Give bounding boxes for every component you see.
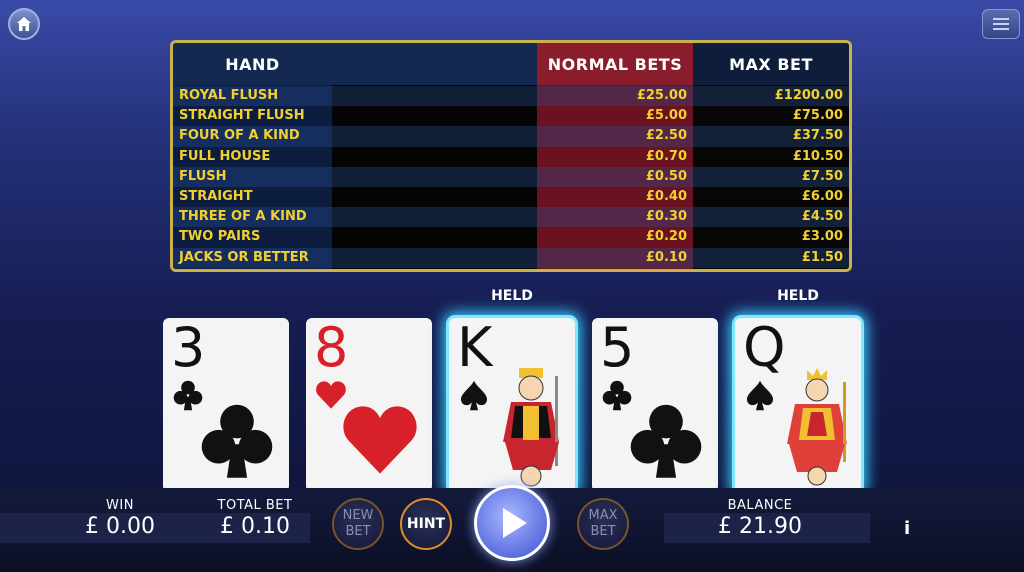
- card-rank: 5: [600, 318, 635, 379]
- normal-bets-header: NORMAL BETS: [537, 43, 693, 85]
- balance-value: £ 21.90: [718, 514, 802, 539]
- spades-icon: [746, 380, 774, 411]
- card-2-eight-of-hearts[interactable]: 8: [306, 318, 432, 492]
- menu-button[interactable]: [982, 9, 1020, 39]
- total-bet-value: £ 0.10: [220, 514, 290, 539]
- max-payout: £75.00: [792, 108, 843, 124]
- pay-row-straight: STRAIGHT £0.40 £6.00: [173, 187, 849, 207]
- deal-play-button[interactable]: [474, 485, 550, 561]
- pay-row-jacks-or-better: JACKS OR BETTER £0.10 £1.50: [173, 247, 849, 268]
- clubs-icon: [201, 404, 273, 478]
- home-icon: [17, 17, 31, 31]
- hand-name: STRAIGHT FLUSH: [179, 108, 305, 124]
- normal-payout: £0.70: [645, 148, 687, 164]
- hearts-icon: [343, 406, 417, 474]
- hand-name: ROYAL FLUSH: [179, 88, 279, 103]
- max-payout: £1200.00: [774, 88, 843, 103]
- hint-button[interactable]: HINT: [400, 498, 452, 550]
- pay-row-two-pairs: TWO PAIRS £0.20 £3.00: [173, 227, 849, 247]
- pay-row-four-of-a-kind: FOUR OF A KIND £2.50 £37.50: [173, 126, 849, 147]
- hand-name: JACKS OR BETTER: [179, 249, 309, 265]
- win-value: £ 0.00: [85, 514, 155, 539]
- max-payout: £37.50: [792, 128, 843, 144]
- max-bet-header: MAX BET: [693, 43, 849, 85]
- hand-name: STRAIGHT: [179, 188, 253, 204]
- normal-payout: £0.10: [645, 249, 687, 265]
- pay-row-full-house: FULL HOUSE £0.70 £10.50: [173, 147, 849, 167]
- new-bet-button[interactable]: NEW BET: [332, 498, 384, 550]
- max-payout: £7.50: [801, 168, 843, 184]
- max-payout: £3.00: [801, 229, 843, 245]
- play-icon: [503, 508, 527, 538]
- normal-payout: £0.50: [645, 168, 687, 184]
- card-3-king-of-spades[interactable]: K: [449, 318, 575, 492]
- card-rank: Q: [743, 318, 786, 379]
- hand-name: THREE OF A KIND: [179, 209, 307, 225]
- card-rank: 8: [314, 318, 349, 379]
- new-bet-line2: BET: [345, 524, 371, 539]
- pay-table: HAND NORMAL BETS MAX BET ROYAL FLUSH £25…: [170, 40, 852, 272]
- hand-name: FOUR OF A KIND: [179, 128, 300, 144]
- normal-payout: £5.00: [645, 108, 687, 124]
- win-label: WIN: [106, 498, 134, 513]
- held-label-card-3: HELD: [491, 288, 533, 304]
- card-rank: 3: [171, 318, 206, 379]
- pay-row-three-of-a-kind: THREE OF A KIND £0.30 £4.50: [173, 207, 849, 228]
- hand-header: HAND: [173, 43, 332, 85]
- king-portrait-icon: [503, 368, 559, 487]
- normal-payout: £0.40: [645, 188, 687, 204]
- max-bet-button[interactable]: MAX BET: [577, 498, 629, 550]
- new-bet-line1: NEW: [342, 508, 374, 523]
- max-payout: £4.50: [801, 209, 843, 225]
- max-payout: £6.00: [801, 188, 843, 204]
- held-label-card-5: HELD: [777, 288, 819, 304]
- header-spacer: [332, 43, 537, 85]
- normal-payout: £0.20: [645, 229, 687, 245]
- normal-payout: £0.30: [645, 209, 687, 225]
- max-payout: £10.50: [792, 148, 843, 164]
- pay-row-straight-flush: STRAIGHT FLUSH £5.00 £75.00: [173, 106, 849, 126]
- max-bet-line1: MAX: [588, 508, 618, 523]
- card-rank: K: [457, 318, 493, 379]
- card-1-three-of-clubs[interactable]: 3: [163, 318, 289, 492]
- max-payout: £1.50: [801, 249, 843, 265]
- pay-row-flush: FLUSH £0.50 £7.50: [173, 166, 849, 188]
- home-button[interactable]: [8, 8, 40, 40]
- hamburger-menu-icon: [993, 18, 1009, 30]
- hand-name: FLUSH: [179, 168, 227, 184]
- pay-row-royal-flush: ROYAL FLUSH £25.00 £1200.00: [173, 86, 849, 107]
- spades-icon: [460, 380, 488, 411]
- max-bet-line2: BET: [590, 524, 616, 539]
- info-icon[interactable]: i: [904, 518, 910, 539]
- hand-name: FULL HOUSE: [179, 148, 271, 164]
- normal-payout: £25.00: [636, 88, 687, 103]
- hand-name: TWO PAIRS: [179, 229, 261, 245]
- clubs-icon: [630, 404, 702, 478]
- normal-payout: £2.50: [645, 128, 687, 144]
- balance-label: BALANCE: [727, 498, 793, 513]
- queen-portrait-icon: [787, 368, 847, 486]
- total-bet-label: TOTAL BET: [217, 498, 293, 513]
- pay-table-rows: ROYAL FLUSH £25.00 £1200.00 STRAIGHT FLU…: [173, 86, 849, 268]
- card-5-queen-of-spades[interactable]: Q: [735, 318, 861, 492]
- card-4-five-of-clubs[interactable]: 5: [592, 318, 718, 492]
